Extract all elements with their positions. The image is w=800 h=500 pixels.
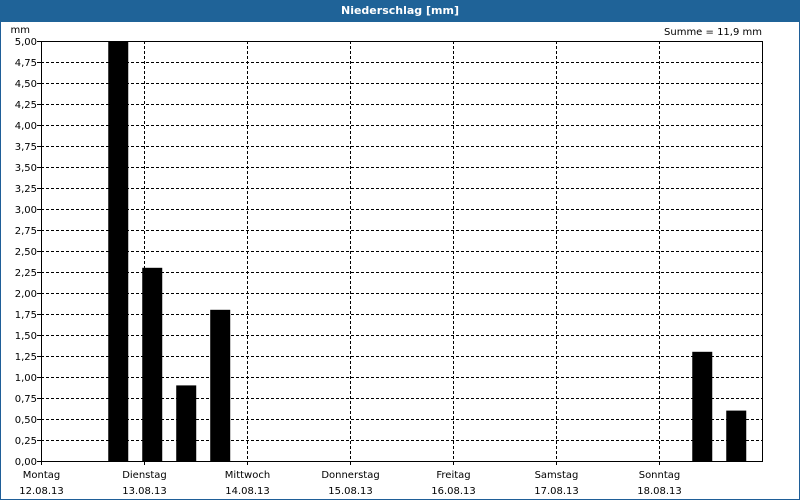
x-tick-label-day: Donnerstag <box>321 470 379 481</box>
y-tick-label: 5,00 <box>15 37 37 48</box>
x-tick-label-date: 16.08.13 <box>431 486 476 497</box>
y-tick-label: 4,25 <box>15 100 37 111</box>
y-tick-label: 0,50 <box>15 415 37 426</box>
y-axis-label: mm <box>11 25 30 36</box>
bar <box>176 385 197 461</box>
x-tick-label-date: 17.08.13 <box>534 486 579 497</box>
y-tick-label: 2,25 <box>15 268 37 279</box>
x-tick-label-day: Samstag <box>535 470 579 481</box>
precipitation-chart: 0,00 0,25 0,50 0,75 1,00 1,25 1,50 1,75 2,00 2,25… <box>11 25 763 497</box>
bar <box>692 351 713 461</box>
y-tick-label: 2,00 <box>15 289 37 300</box>
bar <box>726 410 747 461</box>
x-tick-label-date: 15.08.13 <box>328 486 373 497</box>
y-tick-label: 1,00 <box>15 373 37 384</box>
y-tick-label: 4,00 <box>15 121 37 132</box>
y-tick-label: 3,25 <box>15 184 37 195</box>
bar <box>108 41 129 461</box>
x-tick-label-date: 13.08.13 <box>122 486 167 497</box>
x-tick-label-date: 18.08.13 <box>637 486 682 497</box>
y-tick-label: 0,25 <box>15 436 37 447</box>
y-tick-label: 0,75 <box>15 394 37 405</box>
y-tick-label: 0,00 <box>15 457 37 468</box>
x-tick-label-day: Dienstag <box>122 470 167 481</box>
y-tick-label: 1,75 <box>15 310 37 321</box>
y-tick-label: 3,00 <box>15 205 37 216</box>
y-tick-label: 2,75 <box>15 226 37 237</box>
x-tick-label-day: Montag <box>23 470 60 481</box>
bar <box>142 267 163 461</box>
bar <box>210 309 231 461</box>
y-tick-label: 4,50 <box>15 79 37 90</box>
y-tick-label: 1,50 <box>15 331 37 342</box>
x-tick-label-day: Mittwoch <box>225 470 270 481</box>
x-tick-label-date: 12.08.13 <box>19 486 64 497</box>
y-tick-label: 2,50 <box>15 247 37 258</box>
x-tick-label-date: 14.08.13 <box>225 486 270 497</box>
y-tick-label: 3,50 <box>15 163 37 174</box>
x-tick-label-day: Freitag <box>436 470 470 481</box>
x-tick-label-day: Sonntag <box>639 470 681 481</box>
y-tick-label: 1,25 <box>15 352 37 363</box>
y-tick-label: 3,75 <box>15 142 37 153</box>
y-tick-label: 4,75 <box>15 58 37 69</box>
